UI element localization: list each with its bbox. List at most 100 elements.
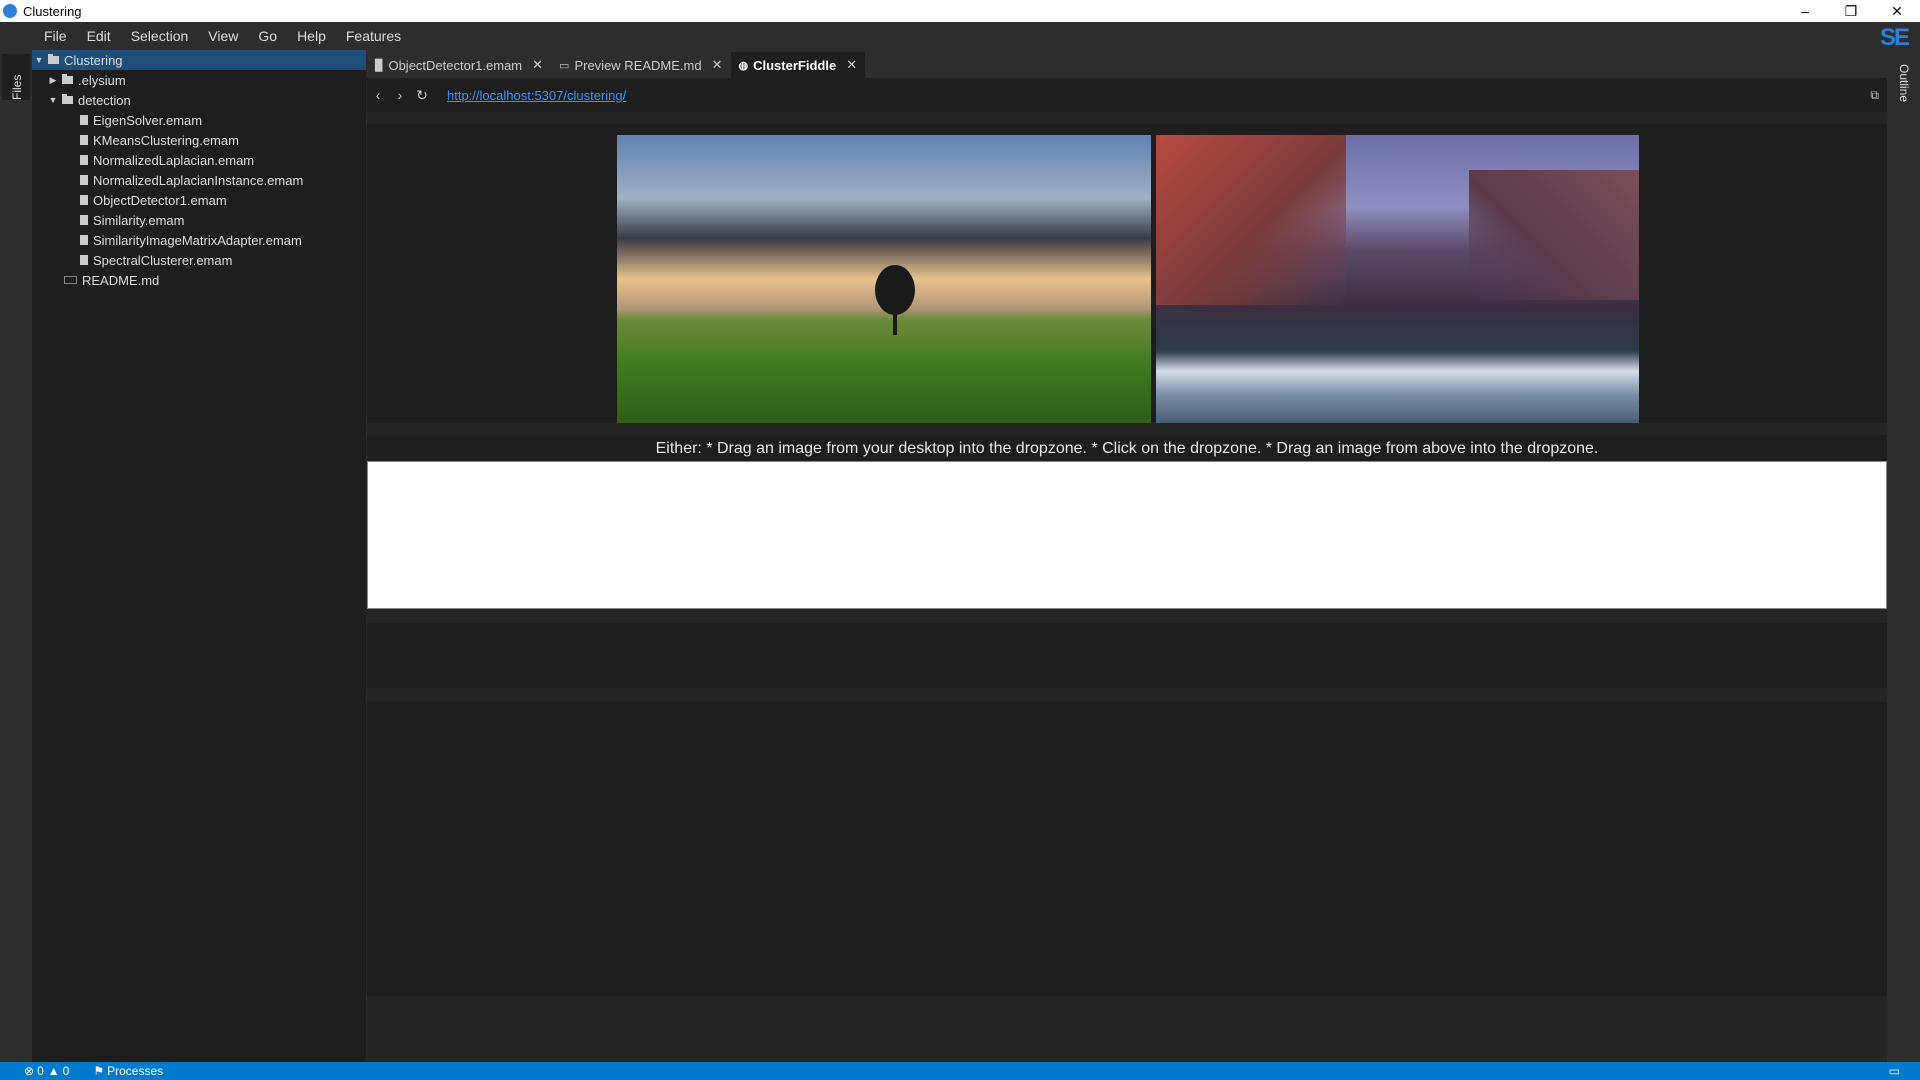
folder-icon <box>62 74 73 84</box>
menu-file[interactable]: File <box>34 28 77 44</box>
tree-item-elysium[interactable]: ▶ .elysium <box>32 70 382 90</box>
tree-item-file[interactable]: NormalizedLaplacian.emam <box>32 150 414 170</box>
tree-item-file[interactable]: NormalizedLaplacianInstance.emam <box>32 170 414 190</box>
panel-toggle-icon[interactable]: ▭ <box>1889 1064 1900 1078</box>
menu-features[interactable]: Features <box>336 28 411 44</box>
window-controls: – ❐ ✕ <box>1782 0 1920 22</box>
menu-selection[interactable]: Selection <box>121 28 199 44</box>
content-band <box>367 112 1887 124</box>
open-external-icon[interactable]: ⧉ <box>1870 88 1879 103</box>
menu-help[interactable]: Help <box>287 28 336 44</box>
warning-count: 0 <box>62 1064 70 1078</box>
caret-down-icon[interactable]: ▼ <box>48 95 58 105</box>
title-bar: Clustering – ❐ ✕ <box>0 0 1920 22</box>
content-band <box>367 688 1887 702</box>
tab-clusterfiddle[interactable]: ◍ ClusterFiddle ✕ <box>730 52 866 78</box>
right-activity-strip: Outline <box>1887 50 1920 1062</box>
status-bar: ⊗ 0 ▲ 0 ⚑ Processes ▭ <box>0 1062 1920 1080</box>
error-icon: ⊗ <box>24 1064 35 1078</box>
tree-item-label: NormalizedLaplacian.emam <box>93 152 255 168</box>
outline-tab[interactable]: Outline <box>1897 64 1911 102</box>
editor-tab-bar: ▉ ObjectDetector1.emam ✕ ▭ Preview READM… <box>367 50 1887 78</box>
tree-item-label: SpectralClusterer.emam <box>93 252 233 268</box>
app-icon <box>3 4 17 18</box>
sample-image-mountains[interactable] <box>1156 135 1639 423</box>
problems-indicator[interactable]: ⊗ 0 ▲ 0 <box>24 1064 69 1078</box>
refresh-icon[interactable]: ↻ <box>411 87 433 104</box>
tab-label: ClusterFiddle <box>753 57 837 73</box>
dropzone-instructions: Either: * Drag an image from your deskto… <box>655 440 1599 457</box>
tree-item-label: NormalizedLaplacianInstance.emam <box>93 172 304 188</box>
file-icon: ▉ <box>375 59 384 72</box>
tree-item-label: README.md <box>82 272 160 288</box>
files-tab[interactable]: Files <box>2 54 30 100</box>
preview-icon: ▭ <box>559 59 570 72</box>
tab-objectdetector1[interactable]: ▉ ObjectDetector1.emam ✕ <box>367 52 552 78</box>
processes-indicator[interactable]: ⚑ Processes <box>93 1064 163 1078</box>
tree-item-file[interactable]: SpectralClusterer.emam <box>32 250 414 270</box>
tree-item-detection[interactable]: ▼ detection <box>32 90 382 110</box>
file-icon <box>80 155 88 165</box>
caret-right-icon[interactable]: ▶ <box>48 75 58 86</box>
menu-edit[interactable]: Edit <box>77 28 121 44</box>
close-tab-icon[interactable]: ✕ <box>712 57 723 73</box>
tree-item-label: detection <box>78 92 131 108</box>
markdown-icon <box>64 276 77 284</box>
tree-item-file[interactable]: SimilarityImageMatrixAdapter.emam <box>32 230 414 250</box>
tree-item-label: Similarity.emam <box>93 212 185 228</box>
files-tab-label: Files <box>10 74 24 100</box>
tree-item-label: Clustering <box>64 52 123 68</box>
tree-item-label: SimilarityImageMatrixAdapter.emam <box>93 232 302 248</box>
processes-label: Processes <box>107 1064 164 1078</box>
sample-image-field-sunset[interactable] <box>617 135 1151 423</box>
file-icon <box>80 135 88 145</box>
folder-icon <box>62 94 73 104</box>
tree-item-readme[interactable]: README.md <box>32 270 398 290</box>
minimize-button[interactable]: – <box>1782 0 1828 22</box>
tree-item-clustering[interactable]: ▼ Clustering <box>32 50 368 70</box>
menu-go[interactable]: Go <box>248 28 287 44</box>
menu-view[interactable]: View <box>198 28 248 44</box>
menu-bar: File Edit Selection View Go Help Feature… <box>0 22 1920 50</box>
close-tab-icon[interactable]: ✕ <box>846 57 857 73</box>
back-icon[interactable]: ‹ <box>367 87 389 103</box>
content-band <box>367 609 1887 623</box>
url-link[interactable]: http://localhost:5307/clustering/ <box>447 88 626 103</box>
dropzone[interactable] <box>367 461 1887 609</box>
tree-item-label: ObjectDetector1.emam <box>93 192 227 208</box>
tab-label: ObjectDetector1.emam <box>388 57 523 73</box>
file-explorer: ▼ Clustering ▶ .elysium ▼ detection Eige… <box>32 50 368 1062</box>
browser-content: Either: * Drag an image from your deskto… <box>367 112 1887 1062</box>
close-window-button[interactable]: ✕ <box>1874 0 1920 22</box>
tree-item-file[interactable]: ObjectDetector1.emam <box>32 190 414 210</box>
forward-icon[interactable]: › <box>389 87 411 103</box>
tree-item-file[interactable]: Similarity.emam <box>32 210 414 230</box>
tree-item-label: KMeansClustering.emam <box>93 132 239 148</box>
file-icon <box>80 175 88 185</box>
content-band <box>367 996 1887 1062</box>
tree-item-label: .elysium <box>78 72 126 88</box>
caret-down-icon[interactable]: ▼ <box>34 55 44 65</box>
tree-item-file[interactable]: EigenSolver.emam <box>32 110 414 130</box>
browser-toolbar: ‹ › ↻ http://localhost:5307/clustering/ … <box>367 78 1887 112</box>
file-icon <box>80 255 88 265</box>
content-band <box>367 423 1887 435</box>
tree-item-file[interactable]: KMeansClustering.emam <box>32 130 414 150</box>
tree-item-label: EigenSolver.emam <box>93 112 203 128</box>
tab-label: Preview README.md <box>574 57 702 73</box>
window-title: Clustering <box>23 3 82 19</box>
left-activity-strip: Files <box>0 50 32 1062</box>
warning-icon: ▲ <box>47 1064 60 1078</box>
file-icon <box>80 115 88 125</box>
file-icon <box>80 235 88 245</box>
restore-button[interactable]: ❐ <box>1828 0 1874 22</box>
close-tab-icon[interactable]: ✕ <box>532 57 543 73</box>
flag-icon: ⚑ <box>93 1064 105 1078</box>
error-count: 0 <box>37 1064 44 1078</box>
globe-icon: ◍ <box>738 59 749 72</box>
file-icon <box>80 195 88 205</box>
folder-icon <box>48 54 59 64</box>
se-logo: SE <box>1879 24 1910 51</box>
tab-preview-readme[interactable]: ▭ Preview README.md ✕ <box>551 52 731 78</box>
file-icon <box>80 215 88 225</box>
